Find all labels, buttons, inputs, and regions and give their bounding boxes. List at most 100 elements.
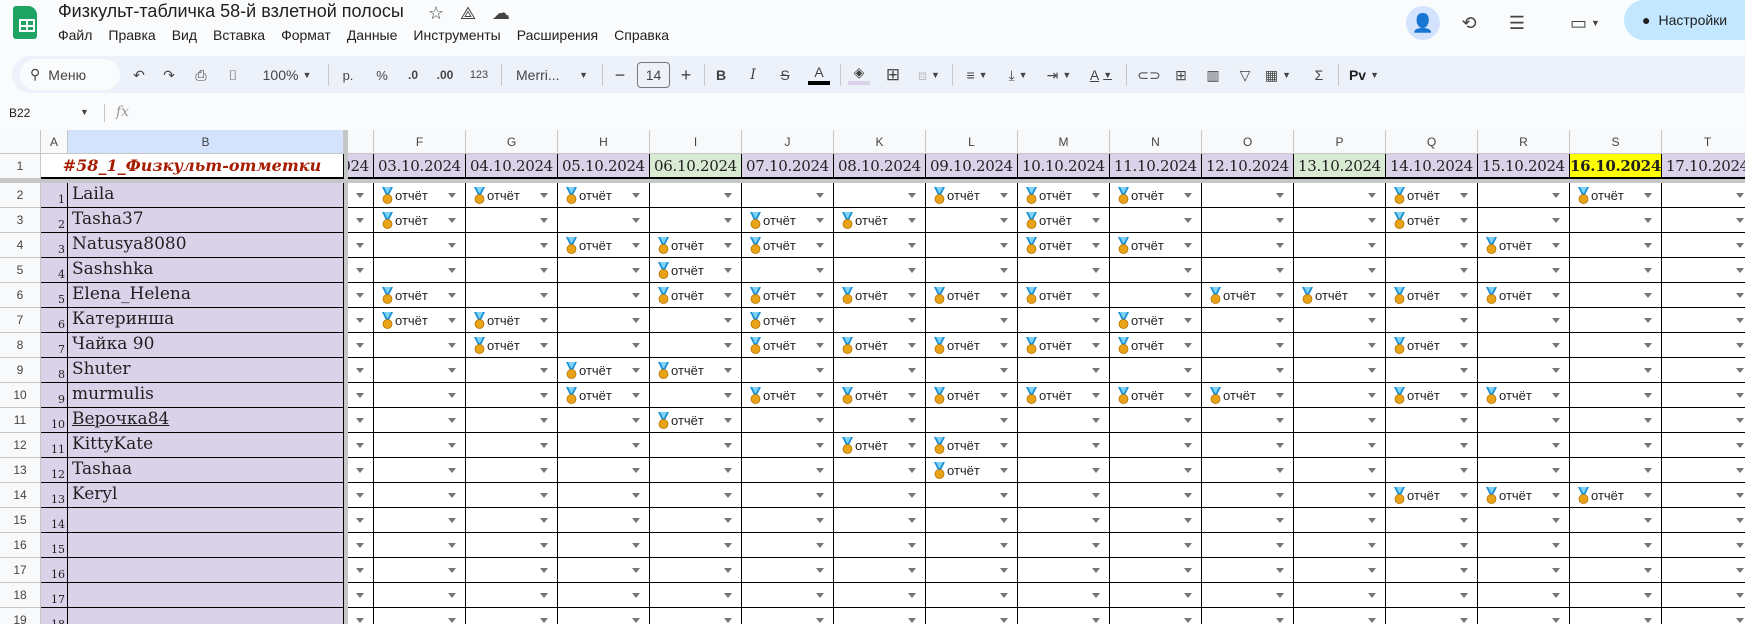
dropdown-arrow-icon[interactable] xyxy=(1184,618,1192,623)
cell-p3[interactable] xyxy=(1294,208,1386,233)
cell-n2[interactable]: отчёт xyxy=(1110,183,1202,208)
cell-s19[interactable] xyxy=(1570,608,1662,624)
dropdown-arrow-icon[interactable] xyxy=(1184,418,1192,423)
chevron-down-icon[interactable]: ▼ xyxy=(80,107,89,117)
number-cell[interactable]: 17 xyxy=(41,583,68,608)
dropdown-arrow-icon[interactable] xyxy=(1000,268,1008,273)
dropdown-arrow-icon[interactable] xyxy=(908,543,916,548)
cell-k19[interactable] xyxy=(834,608,926,624)
dropdown-arrow-icon[interactable] xyxy=(1736,468,1744,473)
cell-o19[interactable] xyxy=(1202,608,1294,624)
cell-e12[interactable] xyxy=(348,433,374,458)
dropdown-arrow-icon[interactable] xyxy=(632,468,640,473)
dropdown-arrow-icon[interactable] xyxy=(724,243,732,248)
dropdown-arrow-icon[interactable] xyxy=(1276,343,1284,348)
dropdown-arrow-icon[interactable] xyxy=(1368,468,1376,473)
strikethrough-icon[interactable]: S xyxy=(776,63,794,87)
dropdown-arrow-icon[interactable] xyxy=(1644,343,1652,348)
dropdown-arrow-icon[interactable] xyxy=(1092,568,1100,573)
date-header-cell[interactable]: 03.10.2024 xyxy=(374,154,466,179)
dropdown-arrow-icon[interactable] xyxy=(1368,518,1376,523)
dropdown-arrow-icon[interactable] xyxy=(356,543,364,548)
dropdown-arrow-icon[interactable] xyxy=(724,518,732,523)
dropdown-arrow-icon[interactable] xyxy=(1092,418,1100,423)
row-header[interactable]: 5 xyxy=(0,258,41,283)
cell-e5[interactable] xyxy=(348,258,374,283)
dropdown-arrow-icon[interactable] xyxy=(1276,593,1284,598)
dropdown-arrow-icon[interactable] xyxy=(1644,293,1652,298)
dropdown-arrow-icon[interactable] xyxy=(1184,343,1192,348)
dropdown-arrow-icon[interactable] xyxy=(632,343,640,348)
dropdown-arrow-icon[interactable] xyxy=(448,543,456,548)
cell-h16[interactable] xyxy=(558,533,650,558)
dropdown-arrow-icon[interactable] xyxy=(1552,343,1560,348)
cell-o17[interactable] xyxy=(1202,558,1294,583)
dropdown-arrow-icon[interactable] xyxy=(356,418,364,423)
cell-f10[interactable] xyxy=(374,383,466,408)
formula-input[interactable] xyxy=(140,102,1740,124)
dropdown-arrow-icon[interactable] xyxy=(1368,368,1376,373)
dropdown-arrow-icon[interactable] xyxy=(1092,618,1100,623)
cell-t18[interactable] xyxy=(1662,583,1745,608)
dropdown-arrow-icon[interactable] xyxy=(1000,243,1008,248)
cell-i15[interactable] xyxy=(650,508,742,533)
filter-icon[interactable]: ▽ xyxy=(1234,63,1256,87)
dropdown-arrow-icon[interactable] xyxy=(1736,493,1744,498)
dropdown-arrow-icon[interactable] xyxy=(1184,368,1192,373)
dropdown-arrow-icon[interactable] xyxy=(1736,418,1744,423)
cell-j13[interactable] xyxy=(742,458,834,483)
row-header[interactable]: 8 xyxy=(0,333,41,358)
dropdown-arrow-icon[interactable] xyxy=(1276,368,1284,373)
cell-t17[interactable] xyxy=(1662,558,1745,583)
column-header-k[interactable]: K xyxy=(834,130,926,154)
dropdown-arrow-icon[interactable] xyxy=(356,243,364,248)
dropdown-arrow-icon[interactable] xyxy=(356,218,364,223)
date-header-cell[interactable]: 09.10.2024 xyxy=(926,154,1018,179)
cell-i6[interactable]: отчёт xyxy=(650,283,742,308)
cell-m9[interactable] xyxy=(1018,358,1110,383)
cell-o5[interactable] xyxy=(1202,258,1294,283)
cell-r14[interactable]: отчёт xyxy=(1478,483,1570,508)
cell-j4[interactable]: отчёт xyxy=(742,233,834,258)
dropdown-arrow-icon[interactable] xyxy=(816,218,824,223)
column-header-h[interactable]: H xyxy=(558,130,650,154)
number-cell[interactable]: 15 xyxy=(41,533,68,558)
cell-g7[interactable]: отчёт xyxy=(466,308,558,333)
dropdown-arrow-icon[interactable] xyxy=(448,443,456,448)
cell-l5[interactable] xyxy=(926,258,1018,283)
dropdown-arrow-icon[interactable] xyxy=(816,243,824,248)
cell-n16[interactable] xyxy=(1110,533,1202,558)
dropdown-arrow-icon[interactable] xyxy=(540,593,548,598)
dropdown-arrow-icon[interactable] xyxy=(1184,493,1192,498)
cell-t2[interactable] xyxy=(1662,183,1745,208)
cell-i16[interactable] xyxy=(650,533,742,558)
cell-s13[interactable] xyxy=(1570,458,1662,483)
menu-4[interactable]: Формат xyxy=(281,27,339,43)
cell-n13[interactable] xyxy=(1110,458,1202,483)
dropdown-arrow-icon[interactable] xyxy=(1368,418,1376,423)
row-header[interactable]: 2 xyxy=(0,183,41,208)
dropdown-arrow-icon[interactable] xyxy=(632,518,640,523)
dropdown-arrow-icon[interactable] xyxy=(632,268,640,273)
date-header-cell[interactable]: 17.10.2024 xyxy=(1662,154,1745,179)
cell-f8[interactable] xyxy=(374,333,466,358)
document-title[interactable]: Физкульт-табличка 58-й взлетной полосы xyxy=(58,1,404,22)
cell-q18[interactable] xyxy=(1386,583,1478,608)
dropdown-arrow-icon[interactable] xyxy=(1460,593,1468,598)
cell-n14[interactable] xyxy=(1110,483,1202,508)
dropdown-arrow-icon[interactable] xyxy=(356,518,364,523)
cell-j6[interactable]: отчёт xyxy=(742,283,834,308)
cell-g3[interactable] xyxy=(466,208,558,233)
cell-r15[interactable] xyxy=(1478,508,1570,533)
number-cell[interactable]: 12 xyxy=(41,458,68,483)
version-history-icon[interactable]: ⟲ xyxy=(1452,6,1486,40)
cell-m7[interactable] xyxy=(1018,308,1110,333)
dropdown-arrow-icon[interactable] xyxy=(632,618,640,623)
cell-f12[interactable] xyxy=(374,433,466,458)
dropdown-arrow-icon[interactable] xyxy=(356,318,364,323)
dropdown-arrow-icon[interactable] xyxy=(1092,368,1100,373)
name-cell[interactable]: Tasha37 xyxy=(68,208,344,233)
dropdown-arrow-icon[interactable] xyxy=(1368,568,1376,573)
dropdown-arrow-icon[interactable] xyxy=(1184,468,1192,473)
cell-s17[interactable] xyxy=(1570,558,1662,583)
